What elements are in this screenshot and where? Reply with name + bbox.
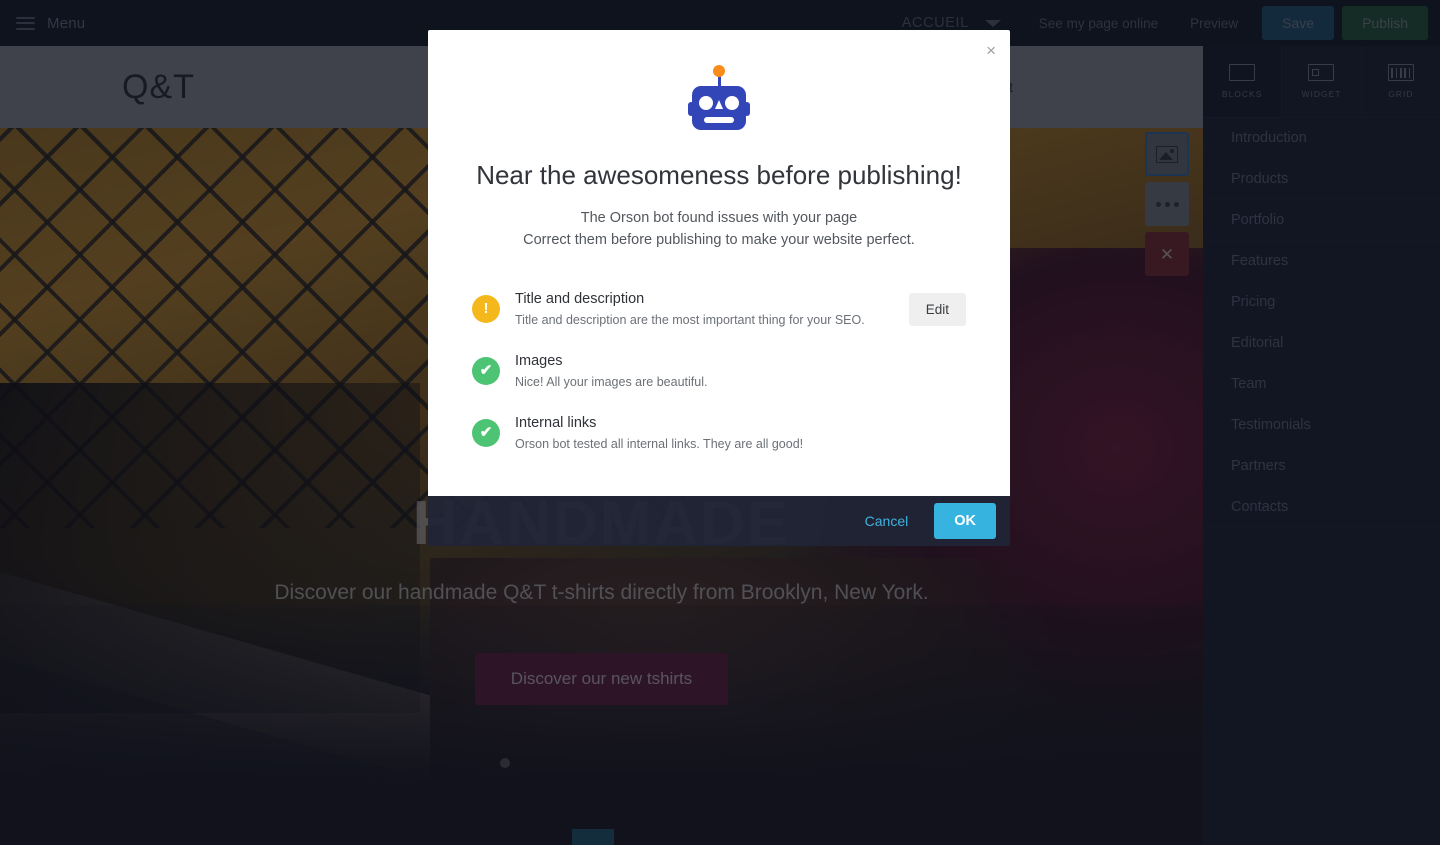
check-glyph: ✔	[479, 424, 493, 442]
warning-glyph: !	[483, 300, 489, 318]
check-glyph: ✔	[479, 362, 493, 380]
robot-icon	[428, 30, 1010, 130]
check-item-internal-links: ✔ Internal links Orson bot tested all in…	[472, 406, 966, 468]
edit-button[interactable]: Edit	[908, 292, 966, 326]
modal-subtitle-line1: The Orson bot found issues with your pag…	[580, 210, 858, 226]
modal-footer: Cancel OK	[428, 495, 1010, 546]
check-item-images: ✔ Images Nice! All your images are beaut…	[472, 344, 966, 406]
modal-subtitle: The Orson bot found issues with your pag…	[428, 207, 1010, 252]
check-description: Nice! All your images are beautiful.	[515, 374, 708, 389]
editor-window: Q&T Contact HANDMADE Discover our handma…	[0, 0, 1440, 845]
cancel-button[interactable]: Cancel	[855, 507, 919, 535]
warning-icon: !	[472, 294, 500, 323]
check-description: Title and description are the most impor…	[515, 312, 865, 327]
check-description: Orson bot tested all internal links. The…	[515, 436, 804, 451]
modal-subtitle-line2: Correct them before publishing to make y…	[523, 232, 915, 249]
publish-check-modal: × Near the awesomeness before publishing…	[428, 30, 1010, 546]
ok-button[interactable]: OK	[934, 502, 996, 539]
check-list: ! Title and description Title and descri…	[428, 282, 1010, 468]
modal-body: × Near the awesomeness before publishing…	[428, 30, 1010, 496]
check-item-title-description: ! Title and description Title and descri…	[472, 282, 966, 344]
check-title: Title and description	[515, 290, 645, 307]
modal-title: Near the awesomeness before publishing!	[476, 160, 962, 190]
check-circle-icon: ✔	[472, 418, 500, 447]
check-circle-icon: ✔	[472, 356, 500, 385]
check-title: Images	[515, 352, 563, 369]
check-title: Internal links	[515, 414, 597, 431]
modal-close-icon[interactable]: ×	[986, 42, 996, 59]
